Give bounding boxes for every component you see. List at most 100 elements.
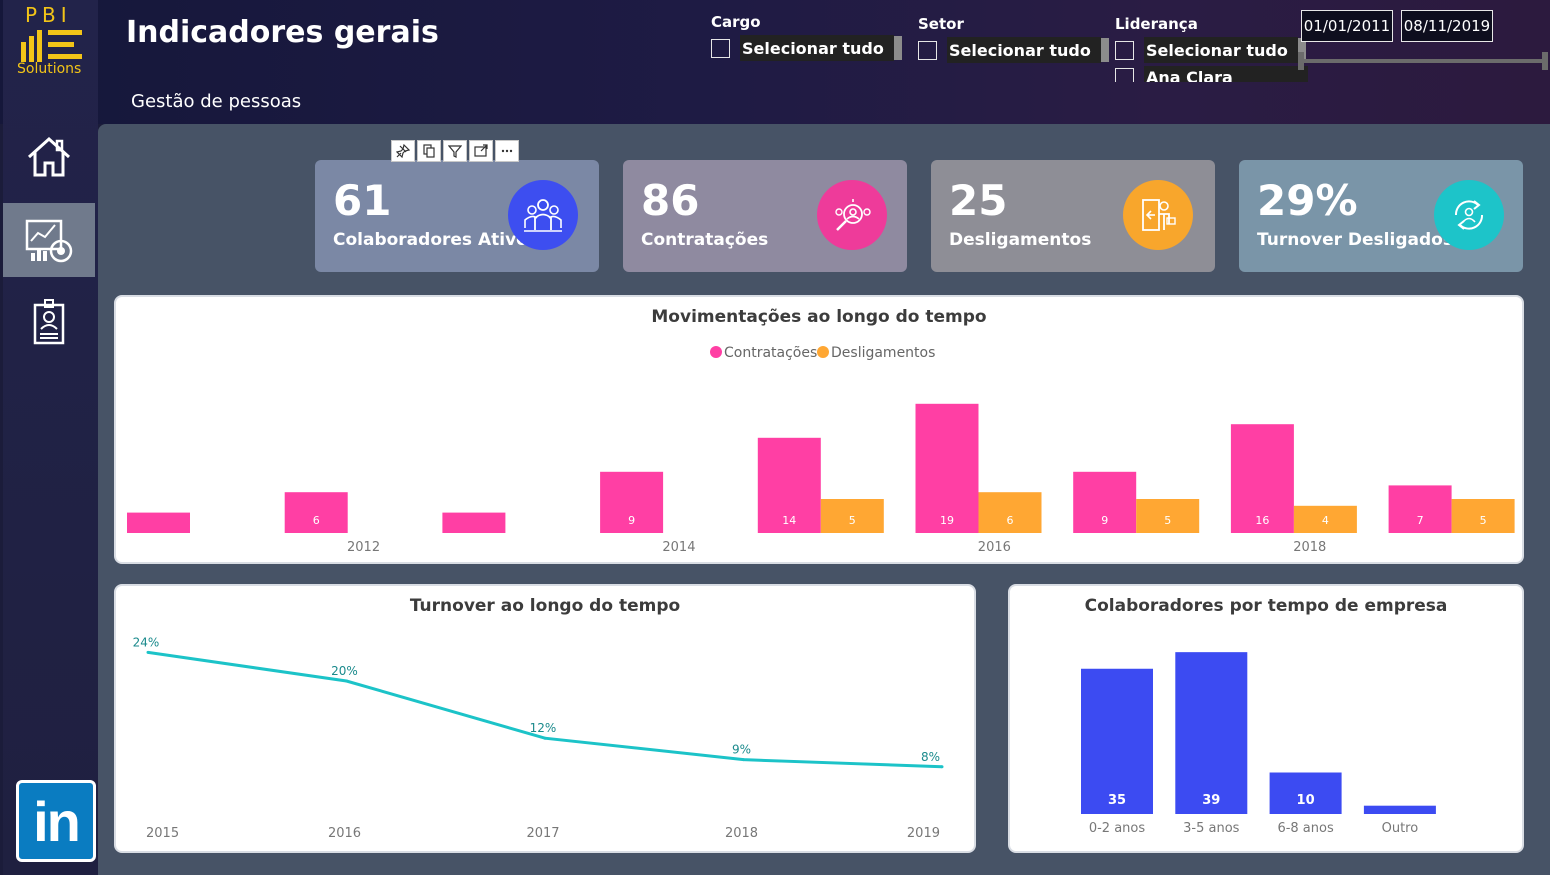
legend-marker [817, 346, 829, 358]
data-label: 20% [331, 664, 358, 678]
nav-profile[interactable] [3, 285, 95, 359]
data-label: 5 [1480, 514, 1487, 527]
home-icon [27, 136, 71, 177]
data-label: 39 [1202, 793, 1220, 808]
badge-icon [33, 299, 65, 345]
slicer-setor-label: Setor [918, 15, 964, 33]
checkbox[interactable] [918, 40, 937, 60]
line-point [742, 758, 745, 762]
team-icon [508, 180, 578, 250]
kpi-card-desligamentos[interactable]: 25 Desligamentos [931, 160, 1215, 272]
chart-movimentacoes[interactable]: Movimentações ao longo do tempo Contrata… [114, 295, 1524, 564]
x-tick-label: 2012 [347, 540, 380, 555]
x-tick-label: 2018 [725, 826, 758, 841]
x-tick-label: 2014 [662, 540, 695, 555]
filter-icon[interactable] [443, 140, 467, 162]
x-tick-label: 2016 [978, 540, 1011, 555]
logo-icon [21, 30, 82, 62]
chart-tempo-empresa[interactable]: Colaboradores por tempo de empresa 35 0-2… [1008, 584, 1524, 853]
slicer-cargo-option[interactable]: Selecionar tudo [711, 35, 902, 61]
checkbox[interactable] [1115, 67, 1134, 82]
slicer-option-label: Selecionar tudo [1144, 37, 1298, 63]
visual-header-toolbar [391, 140, 519, 162]
data-label: 9 [628, 514, 635, 527]
slicer-lideranca-option-2[interactable]: Ana Clara [1115, 66, 1308, 82]
slicer-lideranca-option[interactable]: Selecionar tudo [1115, 37, 1306, 63]
data-label: 24% [133, 635, 160, 649]
x-tick-label: Outro [1382, 821, 1419, 836]
kpi-value: 25 [949, 176, 1008, 225]
data-label: 4 [1322, 514, 1329, 527]
slicer-cargo-label: Cargo [711, 13, 761, 31]
chart-turnover-plot: 24% 2015 20% 2016 12% 2017 9% 2018 8% 2019 [133, 635, 944, 841]
data-label: 7 [1417, 514, 1424, 527]
data-label: 9 [1101, 514, 1108, 527]
slicer-option-label: Ana Clara [1144, 66, 1308, 82]
nav-dashboard[interactable] [3, 203, 95, 277]
sidebar: PBI Solutions [3, 0, 98, 875]
date-from-input[interactable]: 01/01/2011 [1301, 10, 1393, 42]
x-tick-label: 6-8 anos [1277, 821, 1334, 836]
kpi-card-colaboradores[interactable]: 61 Colaboradores Ativos [315, 160, 599, 272]
data-label: 6 [313, 514, 320, 527]
bar-contratacoes [442, 512, 506, 533]
date-slider-track[interactable] [1301, 59, 1546, 63]
chart-turnover[interactable]: Turnover ao longo do tempo 24% 2015 20% 201… [114, 584, 976, 853]
legend-label: Desligamentos [831, 345, 935, 361]
data-label: 19 [940, 514, 954, 527]
kpi-card-turnover[interactable]: 29% Turnover Desligados [1239, 160, 1523, 272]
exit-icon [1123, 180, 1193, 250]
slicer-option-label: Selecionar tudo [947, 37, 1101, 63]
date-to-input[interactable]: 08/11/2019 [1401, 10, 1493, 42]
checkbox[interactable] [1115, 40, 1134, 60]
recruit-icon [817, 180, 887, 250]
nav-home[interactable] [3, 120, 95, 194]
line-point [345, 679, 348, 683]
bar-tempo-empresa [1175, 652, 1248, 814]
turnover-line [147, 650, 943, 769]
date-slider-handle-end[interactable] [1542, 52, 1548, 70]
line-point [543, 736, 547, 740]
data-label: 6 [1007, 514, 1014, 527]
scrollbar[interactable] [894, 36, 902, 60]
x-tick-label: 2015 [146, 826, 179, 841]
kpi-value: 86 [641, 176, 700, 225]
x-tick-label: 2019 [907, 826, 940, 841]
date-slider-handle-start[interactable] [1298, 52, 1304, 70]
data-label: 5 [849, 514, 856, 527]
data-label: 10 [1297, 793, 1315, 808]
slicer-setor-option[interactable]: Selecionar tudo [918, 37, 1109, 63]
more-options-icon[interactable] [495, 140, 519, 162]
data-label: 16 [1255, 514, 1269, 527]
x-tick-label: 2018 [1293, 540, 1326, 555]
chart-movimentacoes-plot: Contratações Desligamentos 6 2012 9 2014 14 5 19… [127, 345, 1515, 555]
kpi-label: Colaboradores Ativos [333, 230, 538, 250]
line-point [940, 765, 944, 769]
copy-icon[interactable] [417, 140, 441, 162]
checkbox[interactable] [711, 38, 730, 58]
kpi-value: 29% [1257, 176, 1358, 225]
data-label: 8% [921, 750, 940, 764]
focus-mode-icon[interactable] [469, 140, 493, 162]
dashboard-icon [25, 219, 73, 263]
scrollbar[interactable] [1101, 38, 1109, 62]
kpi-card-contratacoes[interactable]: 86 Contratações [623, 160, 907, 272]
data-label: 12% [530, 721, 557, 735]
logo-text: PBI [25, 3, 72, 27]
data-label: 35 [1108, 793, 1126, 808]
data-label: 9% [732, 743, 751, 757]
bar-tempo-empresa [1363, 805, 1436, 814]
legend-label: Contratações [724, 345, 817, 361]
logo-subtext: Solutions [17, 61, 82, 77]
x-tick-label: 2017 [526, 826, 559, 841]
linkedin-icon: in [33, 789, 81, 853]
slicer-option-label: Selecionar tudo [740, 35, 894, 61]
line-point [146, 650, 150, 654]
x-tick-label: 2016 [328, 826, 361, 841]
x-tick-label: 0-2 anos [1089, 821, 1146, 836]
data-label: 5 [1164, 514, 1171, 527]
slicer-lideranca-label: Liderança [1115, 15, 1198, 33]
linkedin-button[interactable]: in [16, 780, 96, 862]
pin-icon[interactable] [391, 140, 415, 162]
turnover-icon [1434, 180, 1504, 250]
